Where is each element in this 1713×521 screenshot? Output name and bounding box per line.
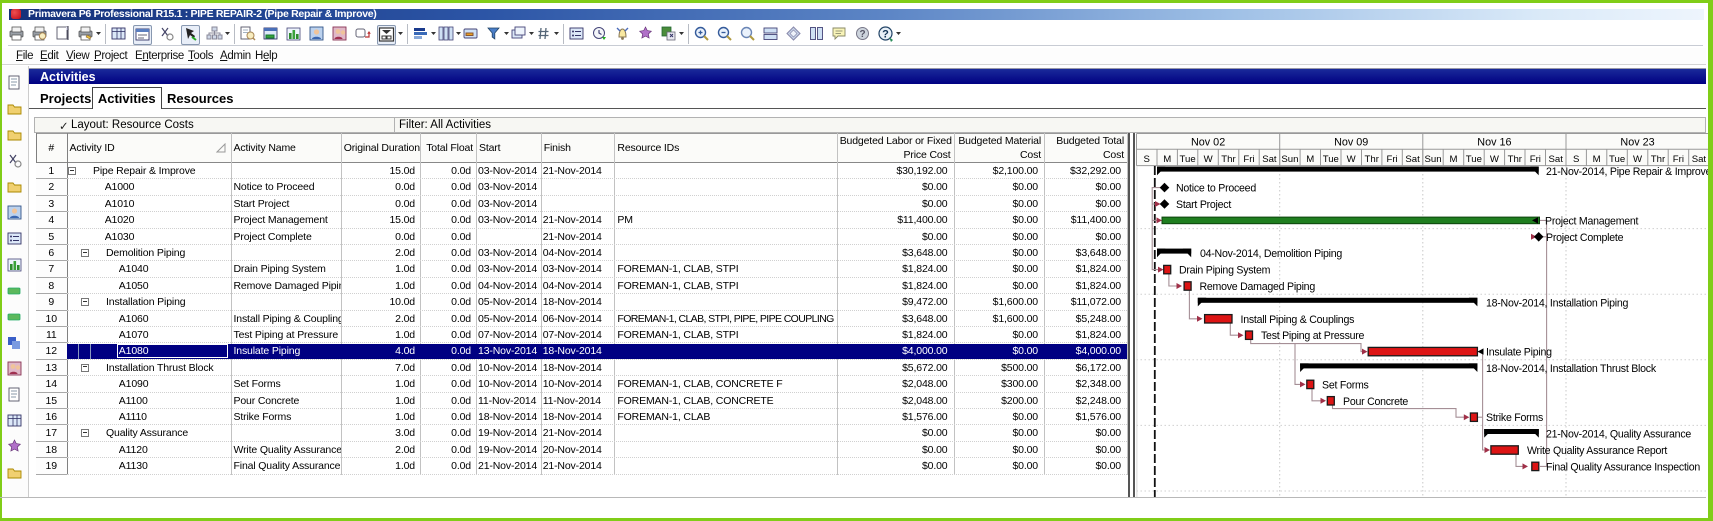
svg-text:Tue: Tue: [1180, 154, 1196, 165]
svg-text:M: M: [1163, 154, 1171, 165]
svg-text:S: S: [1143, 154, 1149, 165]
svg-text:Thr: Thr: [1508, 154, 1523, 165]
svg-text:Start Project: Start Project: [1176, 199, 1231, 211]
svg-text:Thr: Thr: [1221, 154, 1236, 165]
svg-text:04-Nov-2014, Demolition Piping: 04-Nov-2014, Demolition Piping: [1200, 248, 1342, 260]
svg-text:M: M: [1593, 154, 1601, 165]
svg-text:M: M: [1450, 154, 1458, 165]
svg-text:W: W: [1490, 154, 1500, 165]
svg-text:Set Forms: Set Forms: [1322, 379, 1369, 391]
svg-text:Nov 09: Nov 09: [1334, 137, 1368, 149]
svg-text:Nov 23: Nov 23: [1620, 137, 1654, 149]
svg-text:Remove Damaged Piping: Remove Damaged Piping: [1200, 281, 1316, 293]
svg-text:Write Quality Assurance Report: Write Quality Assurance Report: [1527, 445, 1667, 457]
svg-text:Sat: Sat: [1262, 154, 1277, 165]
svg-text:Sat: Sat: [1692, 154, 1707, 165]
svg-text:Project Management: Project Management: [1545, 215, 1639, 227]
svg-text:Tue: Tue: [1466, 154, 1482, 165]
svg-text:Sat: Sat: [1405, 154, 1420, 165]
svg-text:Sun: Sun: [1281, 154, 1298, 165]
svg-text:M: M: [1306, 154, 1314, 165]
svg-text:Nov 02: Nov 02: [1191, 137, 1225, 149]
svg-text:Sat: Sat: [1548, 154, 1563, 165]
svg-text:Insulate Piping: Insulate Piping: [1486, 347, 1552, 359]
svg-text:Strike Forms: Strike Forms: [1486, 412, 1543, 424]
svg-text:Thr: Thr: [1651, 154, 1666, 165]
svg-text:18-Nov-2014, Installation Thru: 18-Nov-2014, Installation Thrust Block: [1486, 363, 1657, 375]
svg-text:Fri: Fri: [1387, 154, 1398, 165]
svg-text:Tue: Tue: [1323, 154, 1339, 165]
svg-text:18-Nov-2014, Installation Pipi: 18-Nov-2014, Installation Piping: [1486, 297, 1629, 309]
svg-text:?: ?: [859, 29, 865, 40]
svg-text:Install Piping & Couplings: Install Piping & Couplings: [1241, 314, 1355, 326]
svg-text:Final Quality Assurance Inspec: Final Quality Assurance Inspection: [1546, 461, 1700, 473]
svg-text:21-Nov-2014, Quality Assurance: 21-Nov-2014, Quality Assurance: [1546, 429, 1691, 441]
svg-text:Thr: Thr: [1365, 154, 1380, 165]
svg-text:W: W: [1347, 154, 1357, 165]
svg-text:Drain Piping System: Drain Piping System: [1179, 265, 1271, 277]
svg-text:Sun: Sun: [1424, 154, 1441, 165]
svg-text:Tue: Tue: [1609, 154, 1625, 165]
svg-text:W: W: [1204, 154, 1214, 165]
svg-text:Fri: Fri: [1243, 154, 1254, 165]
svg-text:Fri: Fri: [1530, 154, 1541, 165]
svg-text:Pour Concrete: Pour Concrete: [1343, 396, 1408, 408]
svg-text:?: ?: [882, 29, 889, 41]
svg-text:S: S: [1573, 154, 1579, 165]
svg-text:Nov 16: Nov 16: [1477, 137, 1511, 149]
svg-text:Project Complete: Project Complete: [1546, 232, 1624, 244]
svg-text:W: W: [1633, 154, 1643, 165]
svg-text:Test Piping at Pressure: Test Piping at Pressure: [1261, 330, 1365, 342]
svg-text:21-Nov-2014, Pipe Repair & Imp: 21-Nov-2014, Pipe Repair & Improve: [1546, 166, 1708, 178]
svg-text:Fri: Fri: [1673, 154, 1684, 165]
svg-text:Notice to Proceed: Notice to Proceed: [1176, 183, 1256, 195]
